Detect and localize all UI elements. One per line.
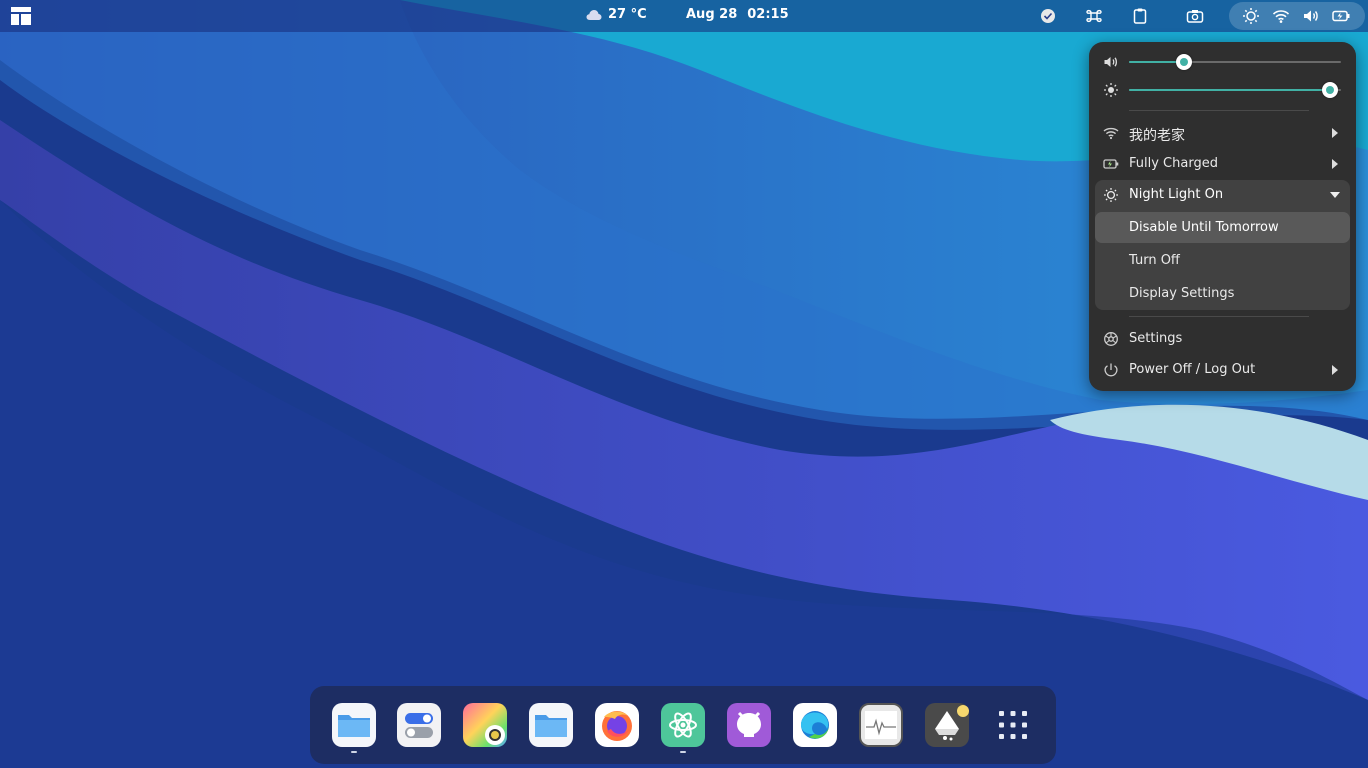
volume-icon	[1104, 57, 1117, 67]
battery-menu-item[interactable]: Fully Charged	[1095, 149, 1350, 179]
volume-icon	[1304, 10, 1318, 22]
tweaks-app-icon[interactable]	[397, 703, 441, 747]
inkscape-app-icon[interactable]	[925, 703, 969, 747]
turn-off-item[interactable]: Turn Off	[1095, 245, 1350, 276]
clock-time: 02:15	[747, 7, 789, 22]
submenu-item-label: Display Settings	[1129, 286, 1235, 301]
firefox-app-icon[interactable]	[595, 703, 639, 747]
menu-separator	[1129, 316, 1309, 317]
cloud-icon	[586, 9, 602, 20]
battery-status-label: Fully Charged	[1129, 156, 1218, 171]
display-settings-item[interactable]: Display Settings	[1095, 278, 1350, 309]
files-app-icon[interactable]	[332, 703, 376, 747]
volume-slider-row	[1089, 52, 1356, 72]
wifi-network-label: 我的老家	[1129, 128, 1185, 144]
brightness-slider-handle[interactable]	[1322, 82, 1338, 98]
night-light-icon	[1104, 188, 1118, 202]
power-icon	[1104, 363, 1118, 377]
submenu-item-label: Disable Until Tomorrow	[1129, 220, 1279, 235]
volume-slider[interactable]	[1129, 54, 1341, 70]
clock-date: Aug 28	[686, 7, 738, 22]
show-applications-grid-icon[interactable]	[991, 703, 1035, 747]
weather-indicator[interactable]: 27 °C	[586, 7, 647, 22]
system-quick-menu: 我的老家 Fully Charged Night Light On Disabl…	[1089, 42, 1356, 391]
night-light-collapse-arrow-icon	[1330, 192, 1340, 198]
checkmark-circle-icon[interactable]	[1039, 7, 1057, 25]
night-light-menu-item[interactable]: Night Light On	[1095, 180, 1350, 210]
brightness-slider-row	[1089, 80, 1356, 100]
wifi-icon	[1103, 127, 1119, 140]
menu-separator	[1129, 110, 1309, 111]
github-desktop-app-icon[interactable]	[727, 703, 771, 747]
settings-label: Settings	[1129, 331, 1183, 346]
battery-submenu-arrow-icon	[1332, 159, 1338, 169]
file-manager-app-icon[interactable]	[529, 703, 573, 747]
atom-app-icon[interactable]	[661, 703, 705, 747]
gear-icon	[1104, 332, 1118, 346]
activities-layout-icon[interactable]	[10, 6, 32, 26]
clipboard-icon[interactable]	[1131, 7, 1149, 25]
night-light-icon	[1243, 8, 1259, 24]
brightness-icon	[1104, 83, 1118, 97]
dock	[310, 686, 1056, 764]
running-indicator	[680, 751, 686, 753]
wifi-submenu-arrow-icon	[1332, 128, 1338, 138]
screenshot-camera-icon[interactable]	[1186, 7, 1204, 25]
running-indicator	[351, 751, 357, 753]
wifi-menu-item[interactable]: 我的老家	[1095, 118, 1350, 148]
settings-menu-item[interactable]: Settings	[1095, 324, 1350, 354]
power-label: Power Off / Log Out	[1129, 362, 1256, 377]
command-key-icon[interactable]	[1085, 7, 1103, 25]
color-picker-app-icon[interactable]	[463, 703, 507, 747]
system-monitor-app-icon[interactable]	[859, 703, 903, 747]
brightness-slider[interactable]	[1129, 82, 1341, 98]
weather-temperature: 27 °C	[608, 7, 647, 22]
edge-app-icon[interactable]	[793, 703, 837, 747]
clock[interactable]: Aug 28 02:15	[686, 7, 789, 22]
night-light-label: Night Light On	[1129, 187, 1224, 202]
submenu-item-label: Turn Off	[1129, 253, 1180, 268]
wifi-icon	[1272, 10, 1290, 23]
power-menu-item[interactable]: Power Off / Log Out	[1095, 355, 1350, 385]
disable-until-tomorrow-item[interactable]: Disable Until Tomorrow	[1095, 212, 1350, 243]
power-submenu-arrow-icon	[1332, 365, 1338, 375]
volume-slider-handle[interactable]	[1176, 54, 1192, 70]
battery-charging-icon	[1103, 159, 1119, 169]
battery-charging-icon	[1332, 10, 1350, 22]
top-bar: 27 °C Aug 28 02:15	[0, 0, 1368, 32]
